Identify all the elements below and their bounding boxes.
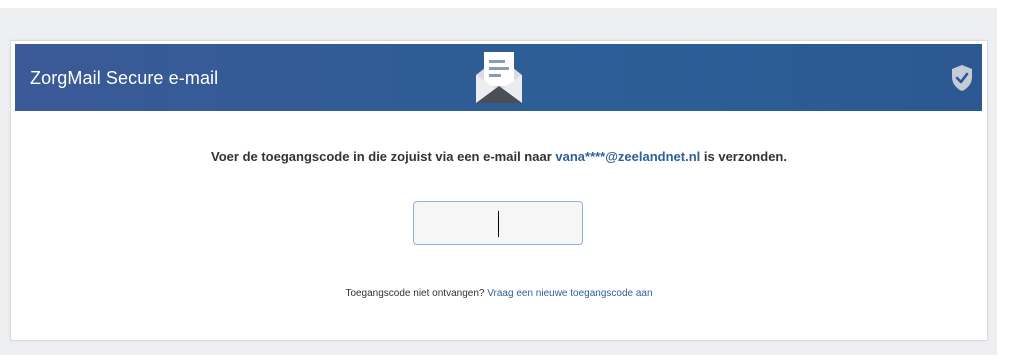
instruction-message: Voer de toegangscode in die zojuist via … bbox=[11, 149, 987, 164]
request-new-code-link[interactable]: Vraag een nieuwe toegangscode aan bbox=[487, 288, 652, 299]
masked-email: vana****@zeelandnet.nl bbox=[555, 149, 701, 164]
shield-check-icon bbox=[952, 65, 972, 91]
app-title: ZorgMail Secure e-mail bbox=[30, 68, 219, 88]
open-envelope-icon bbox=[476, 52, 522, 103]
resend-line: Toegangscode niet ontvangen? Vraag een n… bbox=[11, 288, 987, 299]
not-received-text: Toegangscode niet ontvangen? bbox=[345, 288, 488, 299]
message-suffix: is verzonden. bbox=[700, 149, 787, 164]
secure-mail-card: ZorgMail Secure e-mail Voer de toegangsc… bbox=[10, 40, 988, 341]
text-caret bbox=[498, 211, 499, 237]
message-prefix: Voer de toegangscode in die zojuist via … bbox=[211, 149, 556, 164]
header-bar: ZorgMail Secure e-mail bbox=[15, 44, 982, 111]
